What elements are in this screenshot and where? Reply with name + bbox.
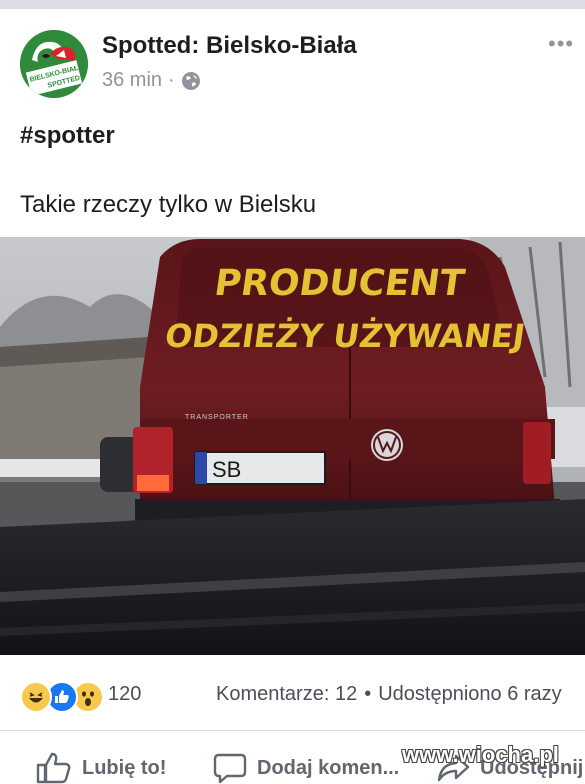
stats-separator: • <box>364 683 372 705</box>
comment-button-label: Dodaj komen... <box>257 756 400 779</box>
post-time[interactable]: 36 min <box>102 69 162 92</box>
actions-divider <box>0 730 585 731</box>
like-button[interactable]: Lubię to! <box>36 752 166 784</box>
van-lettering-line2: ODZIEŻY UŻYWANEJ <box>163 317 528 355</box>
shares-count-link[interactable]: Udostępniono 6 razy <box>378 683 561 706</box>
comment-button[interactable]: Dodaj komen... <box>213 752 399 784</box>
meta-separator: · <box>168 69 175 91</box>
globe-icon <box>181 71 201 91</box>
van-model-badge: TRANSPORTER <box>185 414 249 421</box>
page-name-link[interactable]: Spotted: Bielsko-Biała <box>102 32 357 60</box>
post-photo[interactable]: PRODUCENT ODZIEŻY UŻYWANEJ TRANSPORTER S… <box>0 237 585 655</box>
site-watermark: www.wiocha.pl <box>402 742 559 767</box>
reaction-count[interactable]: 120 <box>108 683 141 706</box>
post-meta: 36 min · <box>102 69 201 92</box>
haha-reaction-icon <box>20 681 52 713</box>
post-stats-bar: 120 Komentarze: 12 • Udostępniono 6 razy <box>0 663 585 723</box>
license-plate: SB <box>212 457 241 482</box>
more-options-icon[interactable]: ••• <box>548 31 574 57</box>
engagement-counts: Komentarze: 12 • Udostępniono 6 razy <box>216 683 562 706</box>
comments-count-link[interactable]: Komentarze: 12 <box>216 683 357 706</box>
comment-bubble-icon <box>213 753 247 784</box>
thumbs-up-icon <box>36 752 71 784</box>
reactions-summary[interactable] <box>20 681 108 713</box>
page-avatar[interactable]: BIELSKO-BIAŁA SPOTTED <box>20 30 88 98</box>
post-hashtag[interactable]: #spotter <box>20 122 115 150</box>
post-header: BIELSKO-BIAŁA SPOTTED Spotted: Bielsko-B… <box>0 9 585 109</box>
top-separator-bar <box>0 0 585 9</box>
van-lettering-line1: PRODUCENT <box>212 261 468 304</box>
vw-logo-icon <box>371 429 403 461</box>
post-text: Takie rzeczy tylko w Bielsku <box>20 191 317 218</box>
like-button-label: Lubię to! <box>82 756 167 779</box>
